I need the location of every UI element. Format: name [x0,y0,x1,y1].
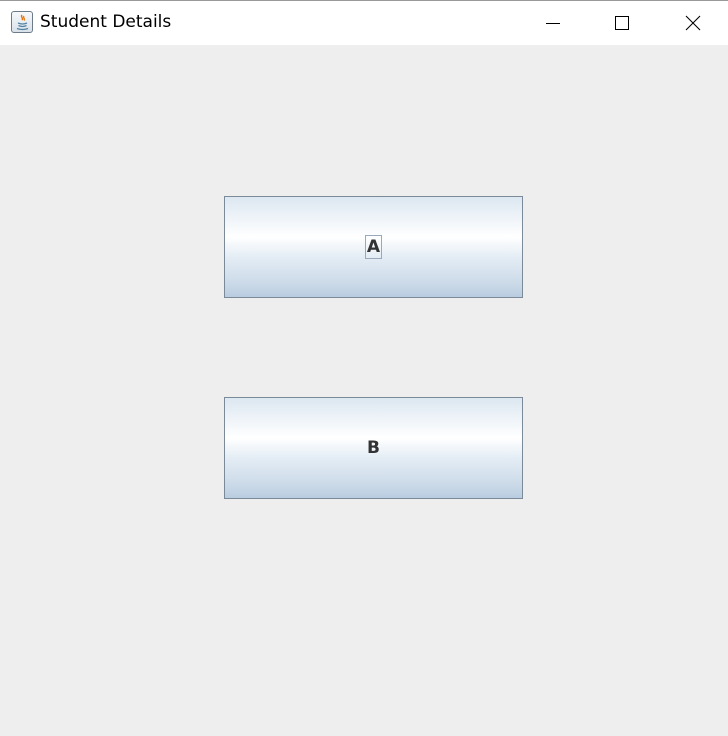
content-pane: A B [0,45,728,736]
button-b-label: B [367,438,380,458]
maximize-icon [615,16,629,30]
maximize-button[interactable] [599,1,645,45]
app-window: Student Details A B [0,0,728,736]
close-icon [685,15,701,31]
window-title: Student Details [40,12,172,32]
minimize-button[interactable] [530,1,576,45]
minimize-icon [546,23,560,24]
java-icon[interactable] [11,11,33,33]
title-bar[interactable]: Student Details [0,1,728,45]
button-b[interactable]: B [224,397,523,499]
button-a-label: A [364,235,383,259]
button-a[interactable]: A [224,196,523,298]
close-button[interactable] [670,1,716,45]
